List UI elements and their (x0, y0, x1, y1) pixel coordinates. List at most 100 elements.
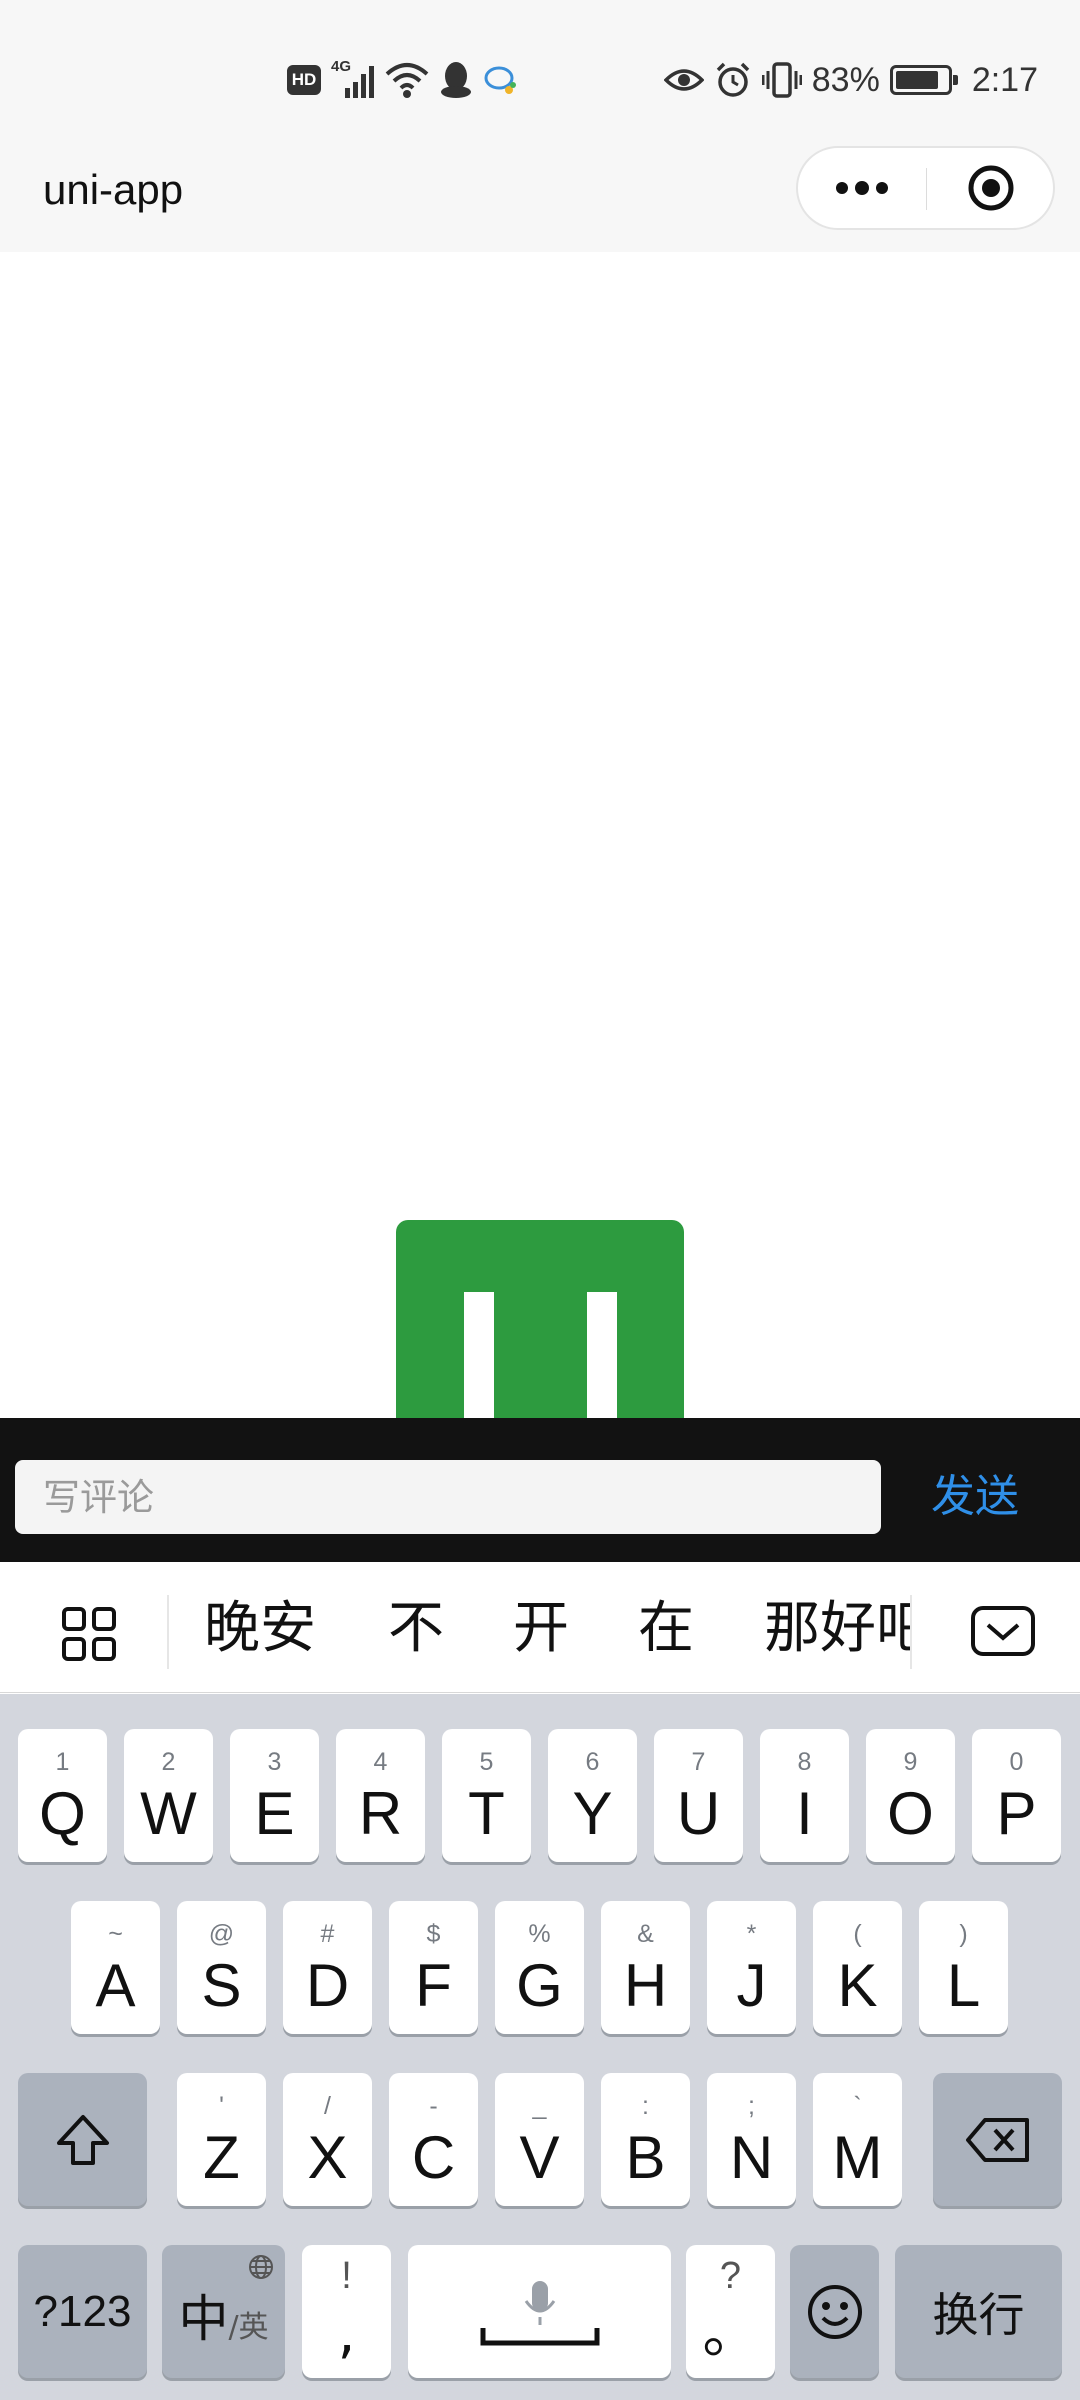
qq-icon (441, 62, 471, 98)
key-letter: V (519, 2124, 560, 2191)
key-hint: 4 (373, 1748, 388, 1776)
key-hint: 0 (1009, 1748, 1024, 1776)
candidate-word[interactable]: 在 (638, 1565, 694, 1693)
key-s[interactable]: @ S (177, 1901, 266, 2034)
send-button[interactable]: 发送 (900, 1460, 1050, 1534)
status-bar: HD 4G 83% 2:17 (0, 0, 1080, 150)
backspace-key[interactable] (933, 2073, 1062, 2206)
key-c[interactable]: -C (389, 2073, 478, 2206)
symbols-key-label: ?123 (33, 2286, 132, 2336)
key-e[interactable]: 3E (230, 1729, 319, 1862)
key-v[interactable]: _ V (495, 2073, 584, 2206)
key-letter: F (415, 1952, 452, 2019)
key-o[interactable]: 9O (866, 1729, 955, 1862)
key-n[interactable]: ; N (707, 2073, 796, 2206)
key-i[interactable]: 8I (760, 1729, 849, 1862)
chevron-down-icon[interactable] (970, 1605, 1036, 1657)
comma-key-label: , (337, 2301, 356, 2366)
key-letter: M (832, 2124, 883, 2191)
status-left-icons: HD 4G (287, 58, 517, 102)
page-title: uni-app (43, 166, 184, 213)
key-x[interactable]: / X (283, 2073, 372, 2206)
key-hint: 2 (161, 1748, 176, 1776)
symbols-key[interactable]: ?123 (18, 2245, 147, 2378)
key-letter: Y (572, 1780, 613, 1847)
ime-candidate-bar: 晚安 不 开 在 那好吧 (0, 1565, 1080, 1693)
key-letter: X (307, 2124, 348, 2191)
battery-percent: 83% (811, 61, 880, 99)
candidate-word[interactable]: 开 (513, 1565, 569, 1693)
key-t[interactable]: 5T (442, 1729, 531, 1862)
key-hint: & (637, 1920, 654, 1948)
status-time: 2:17 (971, 61, 1038, 99)
capsule-menu (796, 146, 1055, 230)
key-hint: ; (748, 2092, 755, 2120)
period-key-hint: ? (719, 2255, 742, 2297)
period-key-label: 。 (702, 2301, 759, 2366)
key-d[interactable]: # D (283, 1901, 372, 2034)
page-content (0, 252, 1080, 1418)
close-mini-program-button[interactable] (927, 148, 1055, 228)
battery-level-fill (895, 71, 938, 89)
key-w[interactable]: 2W (124, 1729, 213, 1862)
key-y[interactable]: 6Y (548, 1729, 637, 1862)
key-hint: ~ (108, 1920, 123, 1948)
candidate-word[interactable]: 那好吧 (764, 1565, 910, 1693)
key-hint: % (528, 1920, 551, 1948)
shift-key[interactable] (18, 2073, 147, 2206)
emoji-key[interactable] (790, 2245, 879, 2378)
key-q[interactable]: 1Q (18, 1729, 107, 1862)
key-hint: 8 (797, 1748, 812, 1776)
more-button[interactable] (798, 148, 926, 228)
key-j[interactable]: * J (707, 1901, 796, 2034)
key-hint: 3 (267, 1748, 282, 1776)
space-key[interactable] (408, 2245, 671, 2378)
key-hint: ' (219, 2092, 224, 2120)
period-key[interactable]: ? 。 (686, 2245, 775, 2378)
key-letter: O (887, 1780, 934, 1847)
key-letter: H (623, 1952, 668, 2019)
status-right-icons: 83% 2:17 (663, 58, 1038, 102)
comment-input[interactable] (15, 1460, 881, 1534)
candidate-word[interactable]: 不 (388, 1565, 444, 1693)
eye-icon (663, 69, 704, 91)
vibrate-icon (761, 62, 802, 98)
lang-main-label: 中 (178, 2289, 229, 2348)
key-g[interactable]: % G (495, 1901, 584, 2034)
key-p[interactable]: 0P (972, 1729, 1061, 1862)
grid-menu-icon[interactable] (62, 1607, 116, 1661)
key-letter: W (140, 1780, 197, 1847)
key-k[interactable]: (K (813, 1901, 902, 2034)
target-close-icon (968, 165, 1014, 211)
hd-badge: HD (287, 65, 321, 95)
key-h[interactable]: & H (601, 1901, 690, 2034)
candidate-word[interactable]: 晚安 (204, 1565, 316, 1693)
key-letter: B (625, 2124, 666, 2191)
key-l[interactable]: ) L (919, 1901, 1008, 2034)
key-hint: # (320, 1920, 335, 1948)
key-b[interactable]: :B (601, 2073, 690, 2206)
key-hint: $ (426, 1920, 441, 1948)
space-bar-icon (480, 2328, 600, 2346)
key-letter: R (358, 1780, 403, 1847)
key-hint: ) (959, 1920, 968, 1948)
key-u[interactable]: 7U (654, 1729, 743, 1862)
comma-key[interactable]: ! , (302, 2245, 391, 2378)
logo-bar-right (587, 1292, 617, 1418)
enter-key[interactable]: 换行 (895, 2245, 1062, 2378)
key-m[interactable]: ` M (813, 2073, 902, 2206)
key-r[interactable]: 4R (336, 1729, 425, 1862)
language-switch-key[interactable]: 中 /英 (162, 2245, 285, 2378)
candidate-divider (910, 1595, 912, 1669)
key-hint: 7 (691, 1748, 706, 1776)
soft-keyboard: ?123 中 /英 ! , ? 。 换行 1 Q 2 W 3 E 4 R 5 T… (0, 1694, 1080, 2400)
key-letter: A (95, 1952, 136, 2019)
key-z[interactable]: ' Z (177, 2073, 266, 2206)
key-f[interactable]: $ F (389, 1901, 478, 2034)
alarm-icon (716, 62, 749, 97)
shift-icon (56, 2114, 109, 2165)
key-letter: D (305, 1952, 350, 2019)
key-a[interactable]: ~ A (71, 1901, 160, 2034)
4g-signal-icon: 4G (331, 58, 375, 102)
key-hint: 5 (479, 1748, 494, 1776)
